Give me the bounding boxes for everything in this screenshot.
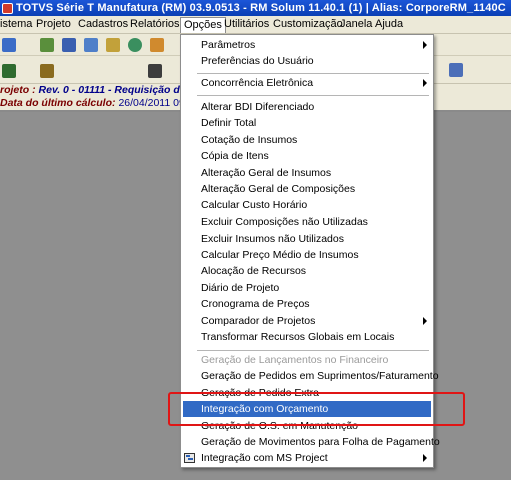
menu-utilitarios[interactable]: Utilitários: [221, 16, 272, 33]
calc-date-label: Data do último cálculo:: [0, 97, 116, 109]
menu-separator: [197, 350, 429, 351]
toolbar-button-icon[interactable]: [2, 38, 16, 52]
menu-item-label: Excluir Composições não Utilizadas: [201, 216, 368, 228]
menu-item-comparador-projetos[interactable]: Comparador de Projetos: [181, 313, 433, 329]
menu-item-transformar-recursos[interactable]: Transformar Recursos Globais em Locais: [181, 329, 433, 345]
menu-item-label: Geração de Movimentos para Folha de Paga…: [201, 436, 440, 448]
menu-item-pedidos-suprimentos[interactable]: Geração de Pedidos em Suprimentos/Fatura…: [181, 368, 439, 384]
menu-item-integracao-ms-project[interactable]: Integração com MS Project: [181, 450, 433, 466]
toolbar-button-icon[interactable]: [128, 38, 142, 52]
menu-projeto[interactable]: Projeto: [33, 16, 74, 33]
menu-item-label: Alocação de Recursos: [201, 265, 307, 277]
project-label: rojeto :: [0, 84, 36, 96]
menu-separator: [197, 73, 429, 74]
submenu-arrow-icon: [423, 41, 427, 49]
menu-item-lancamentos-financeiro: Geração de Lançamentos no Financeiro: [181, 352, 433, 368]
menu-item-alterar-bdi[interactable]: Alterar BDI Diferenciado: [181, 99, 433, 115]
highlight-annotation-box: [168, 392, 465, 426]
menu-item-label: Alterar BDI Diferenciado: [201, 101, 315, 113]
menu-item-label: Cópia de Itens: [201, 150, 269, 162]
toolbar-button-icon[interactable]: [148, 64, 162, 78]
menu-item-label: Comparador de Projetos: [201, 315, 316, 327]
ms-project-icon: [184, 453, 195, 463]
submenu-arrow-icon: [423, 79, 427, 87]
menu-item-label: Parâmetros: [201, 39, 256, 51]
window-title: TOTVS Série T Manufatura (RM) 03.9.0513 …: [16, 2, 506, 14]
menu-item-label: Transformar Recursos Globais em Locais: [201, 331, 395, 343]
menu-item-label: Geração de Pedidos em Suprimentos/Fatura…: [201, 370, 439, 382]
menu-ajuda[interactable]: Ajuda: [372, 16, 406, 33]
menu-cadastros[interactable]: Cadastros: [75, 16, 131, 33]
calc-date-value: 26/04/2011 09:: [118, 97, 188, 109]
menu-item-concorrencia[interactable]: Concorrência Eletrônica: [181, 75, 433, 91]
toolbar-button-icon[interactable]: [150, 38, 164, 52]
menu-item-cotacao-insumos[interactable]: Cotação de Insumos: [181, 132, 433, 148]
menu-item-label: Definir Total: [201, 117, 257, 129]
menu-item-preferencias[interactable]: Preferências do Usuário: [181, 53, 433, 69]
menu-item-label: Preferências do Usuário: [201, 55, 314, 67]
menu-item-label: Geração de Lançamentos no Financeiro: [201, 354, 389, 366]
menu-item-label: Diário de Projeto: [201, 282, 280, 294]
window-titlebar[interactable]: TOTVS Série T Manufatura (RM) 03.9.0513 …: [0, 0, 511, 16]
menu-item-label: Alteração Geral de Insumos: [201, 167, 332, 179]
menu-item-alteracao-composicoes[interactable]: Alteração Geral de Composições: [181, 181, 433, 197]
menu-item-label: Cotação de Insumos: [201, 134, 298, 146]
menu-item-label: Concorrência Eletrônica: [201, 77, 314, 89]
toolbar-button-icon[interactable]: [2, 64, 16, 78]
menu-item-definir-total[interactable]: Definir Total: [181, 115, 433, 131]
menu-item-excluir-composicoes[interactable]: Excluir Composições não Utilizadas: [181, 214, 433, 230]
menu-item-preco-medio[interactable]: Calcular Preço Médio de Insumos: [181, 247, 433, 263]
menu-relatorios[interactable]: Relatórios: [127, 16, 183, 33]
menu-item-label: Excluir Insumos não Utilizados: [201, 233, 344, 245]
menu-customizacao[interactable]: Customização: [270, 16, 346, 33]
menu-item-parametros[interactable]: Parâmetros: [181, 37, 433, 53]
menu-item-excluir-insumos[interactable]: Excluir Insumos não Utilizados: [181, 231, 433, 247]
menu-item-label: Integração com MS Project: [201, 452, 328, 464]
submenu-arrow-icon: [423, 317, 427, 325]
submenu-arrow-icon: [423, 454, 427, 462]
toolbar-button-icon[interactable]: [40, 64, 54, 78]
menu-item-label: Alteração Geral de Composições: [201, 183, 356, 195]
menu-item-movimentos-folha[interactable]: Geração de Movimentos para Folha de Paga…: [181, 434, 440, 450]
menu-bar: istema Projeto Cadastros Relatórios Opçõ…: [0, 16, 511, 34]
project-value: Rev. 0 - 01111 - Requisição de: [38, 84, 186, 96]
toolbar-button-icon[interactable]: [62, 38, 76, 52]
toolbar-button-icon[interactable]: [106, 38, 120, 52]
menu-sistema[interactable]: istema: [0, 16, 35, 33]
menu-opcoes[interactable]: Opções: [180, 17, 226, 33]
menu-item-cronograma-precos[interactable]: Cronograma de Preços: [181, 296, 433, 312]
menu-item-label: Calcular Custo Horário: [201, 199, 308, 211]
menu-item-copia-itens[interactable]: Cópia de Itens: [181, 148, 433, 164]
menu-item-label: Calcular Preço Médio de Insumos: [201, 249, 359, 261]
menu-item-custo-horario[interactable]: Calcular Custo Horário: [181, 197, 433, 213]
menu-separator: [197, 95, 429, 96]
menu-janela[interactable]: Janela: [337, 16, 375, 33]
app-icon: [2, 2, 13, 14]
toolbar-button-icon[interactable]: [40, 38, 54, 52]
menu-item-alocacao-recursos[interactable]: Alocação de Recursos: [181, 263, 433, 279]
toolbar-button-icon[interactable]: [84, 38, 98, 52]
menu-item-alteracao-insumos[interactable]: Alteração Geral de Insumos: [181, 165, 433, 181]
toolbar-button-icon[interactable]: [449, 63, 463, 77]
menu-item-label: Cronograma de Preços: [201, 298, 310, 310]
menu-item-diario-projeto[interactable]: Diário de Projeto: [181, 280, 433, 296]
